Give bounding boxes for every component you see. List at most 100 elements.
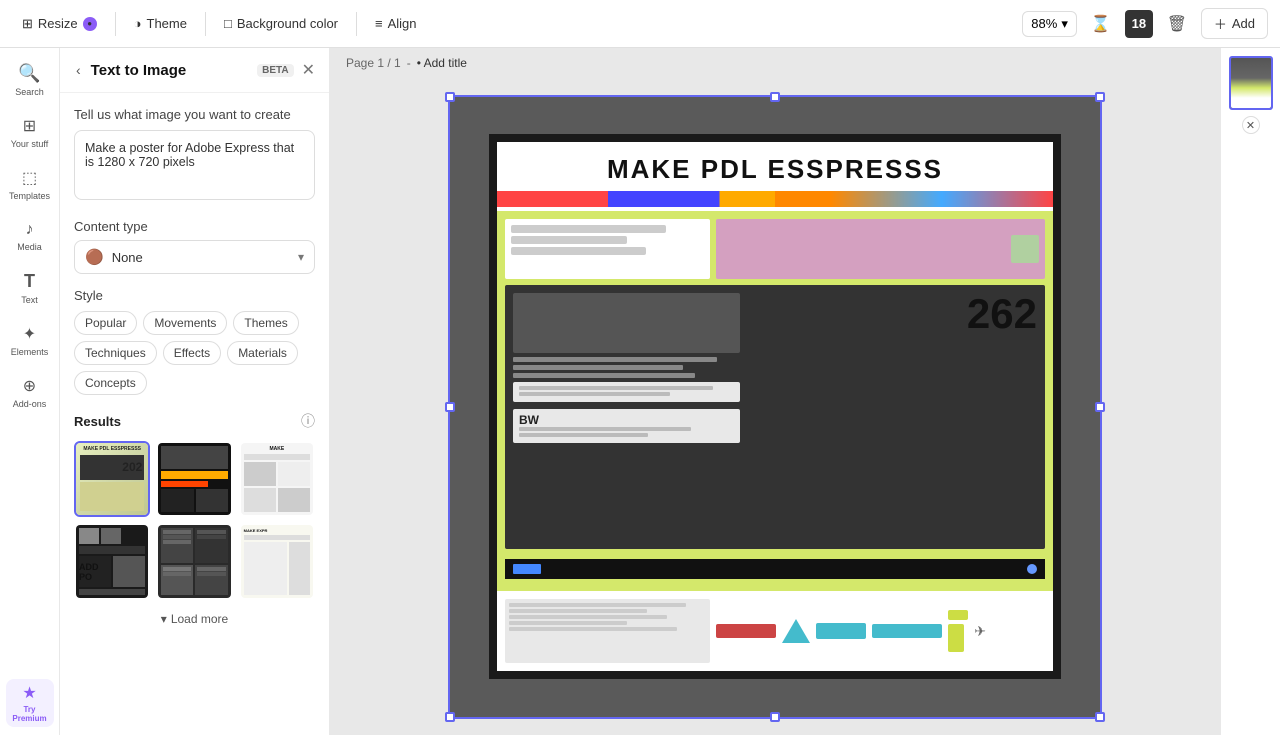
pf-teal-rect-2 (872, 624, 942, 638)
canvas-right-panel: ✕ (1220, 48, 1280, 735)
style-tag-popular[interactable]: Popular (74, 311, 137, 335)
sidebar-item-text[interactable]: T Text (6, 264, 54, 312)
poster-number: 262 (967, 293, 1037, 335)
handle-top-left[interactable] (445, 92, 455, 102)
panel-close-button[interactable]: ✕ (302, 60, 315, 80)
resize-label: Resize (38, 16, 78, 31)
results-info-button[interactable]: ⓘ (301, 411, 315, 431)
load-more-label: Load more (171, 612, 228, 626)
undo-button[interactable]: ⌛ (1085, 8, 1117, 40)
handle-bottom-right[interactable] (1095, 712, 1105, 722)
result-thumb-2[interactable] (156, 441, 232, 517)
result-thumb-3[interactable]: MAKE (239, 441, 315, 517)
sidebar-premium-label: Try Premium (6, 706, 54, 724)
pf-line-1 (509, 603, 686, 607)
thumbnail-close-button[interactable]: ✕ (1242, 116, 1260, 134)
pf-line-3 (509, 615, 667, 619)
beta-badge: BETA (257, 64, 293, 77)
pmb-line-1 (513, 357, 717, 362)
content-type-select[interactable]: 🟤 None ▾ (74, 240, 315, 274)
zoom-selector[interactable]: 88% ▾ (1022, 11, 1077, 37)
canvas-viewport: MAKE PDL ESSPRESSS (330, 78, 1220, 735)
pmb-box-1 (513, 382, 740, 402)
pf-triangle (782, 619, 810, 643)
pmb-text-lines (513, 357, 740, 378)
handle-bottom-left[interactable] (445, 712, 455, 722)
page-info: Page 1 / 1 (346, 56, 401, 70)
align-icon: ≡ (375, 16, 383, 31)
results-header: Results ⓘ (74, 411, 315, 431)
align-button[interactable]: ≡ Align (365, 11, 427, 36)
sidebar-item-elements[interactable]: ✦ Elements (6, 316, 54, 364)
add-button[interactable]: ＋ Add (1201, 8, 1268, 39)
style-tag-techniques[interactable]: Techniques (74, 341, 157, 365)
prompt-textarea[interactable]: Make a poster for Adobe Express that is … (74, 130, 315, 200)
bg-color-button[interactable]: □ Background color (214, 11, 348, 36)
poster-outer: MAKE PDL ESSPRESSS (450, 97, 1100, 717)
sidebar-media-label: Media (17, 242, 42, 252)
sidebar-item-media[interactable]: ♪ Media (6, 212, 54, 260)
poster-row1 (505, 219, 1045, 279)
sidebar-item-your-stuff[interactable]: ⊞ Your stuff (6, 108, 54, 156)
pr1-text-2 (511, 236, 627, 244)
result-thumb-1[interactable]: MAKE PDL ESSPRESSS 202 (74, 441, 150, 517)
sidebar-your-stuff-label: Your stuff (11, 139, 49, 149)
pf-line-5 (509, 627, 677, 631)
pf-plane-icon: ✈ (974, 623, 986, 640)
pf-yellow-rect-2 (948, 624, 964, 652)
poster-color-bar (497, 191, 1053, 207)
poster-content: MAKE PDL ESSPRESSS (497, 142, 1053, 672)
load-more[interactable]: ▾ Load more (74, 612, 315, 626)
handle-middle-left[interactable] (445, 402, 455, 412)
add-title-link[interactable]: • Add title (417, 56, 467, 70)
result-thumb-5[interactable] (156, 523, 232, 599)
result-thumb-4[interactable]: ADD PO (74, 523, 150, 599)
add-label: Add (1232, 16, 1255, 31)
pbb-blue (513, 564, 541, 574)
content-type-icon: 🟤 (85, 248, 104, 266)
media-icon: ♪ (26, 221, 34, 239)
design-canvas[interactable]: MAKE PDL ESSPRESSS (450, 97, 1100, 717)
panel-body: Tell us what image you want to create Ma… (60, 93, 329, 735)
theme-button[interactable]: ◑ Theme (124, 11, 197, 36)
font-size-badge: 18 (1125, 10, 1153, 38)
resize-button[interactable]: ⊞ Resize ● (12, 11, 107, 37)
sidebar-item-add-ons[interactable]: ⊕ Add-ons (6, 368, 54, 416)
style-tag-concepts[interactable]: Concepts (74, 371, 147, 395)
pmb-line-3 (513, 373, 695, 378)
pmb-left: BW (505, 285, 748, 550)
sidebar-item-try-premium[interactable]: ★ Try Premium (6, 679, 54, 727)
chevron-down-icon: ▾ (1061, 16, 1068, 32)
content-type-chevron-icon: ▾ (298, 250, 304, 264)
page-thumbnail[interactable] (1229, 56, 1273, 110)
result-thumb-6[interactable]: MAKE EXPR (239, 523, 315, 599)
content-type-label: Content type (74, 219, 315, 234)
toolbar-separator-3 (356, 12, 357, 36)
icon-sidebar: 🔍 Search ⊞ Your stuff ⬚ Templates ♪ Medi… (0, 48, 60, 735)
style-tag-themes[interactable]: Themes (233, 311, 298, 335)
sidebar-item-search[interactable]: 🔍 Search (6, 56, 54, 104)
sidebar-search-label: Search (15, 87, 44, 97)
content-type-section: Content type 🟤 None ▾ (74, 219, 315, 274)
purple-dot-icon: ● (83, 17, 97, 31)
pmb-line-2 (513, 365, 683, 370)
toolbar: ⊞ Resize ● ◑ Theme □ Background color ≡ … (0, 0, 1280, 48)
pf-shapes: ✈ (716, 599, 1045, 663)
poster-yellow-section: BW 262 (497, 211, 1053, 592)
poster-main-box: BW 262 (505, 285, 1045, 550)
handle-top-right[interactable] (1095, 92, 1105, 102)
style-tag-movements[interactable]: Movements (143, 311, 227, 335)
sidebar-item-templates[interactable]: ⬚ Templates (6, 160, 54, 208)
panel-back-button[interactable]: ‹ (74, 60, 83, 80)
pmb-right: 262 (748, 285, 1045, 550)
style-section: Style Popular Movements Themes Technique… (74, 288, 315, 395)
pf-line-4 (509, 621, 627, 625)
handle-top-middle[interactable] (770, 92, 780, 102)
style-tag-materials[interactable]: Materials (227, 341, 298, 365)
handle-middle-right[interactable] (1095, 402, 1105, 412)
handle-bottom-middle[interactable] (770, 712, 780, 722)
trash-button[interactable]: 🗑 (1161, 8, 1193, 40)
pf-line-2 (509, 609, 647, 613)
style-tag-effects[interactable]: Effects (163, 341, 221, 365)
plus-icon: ＋ (1214, 14, 1227, 33)
